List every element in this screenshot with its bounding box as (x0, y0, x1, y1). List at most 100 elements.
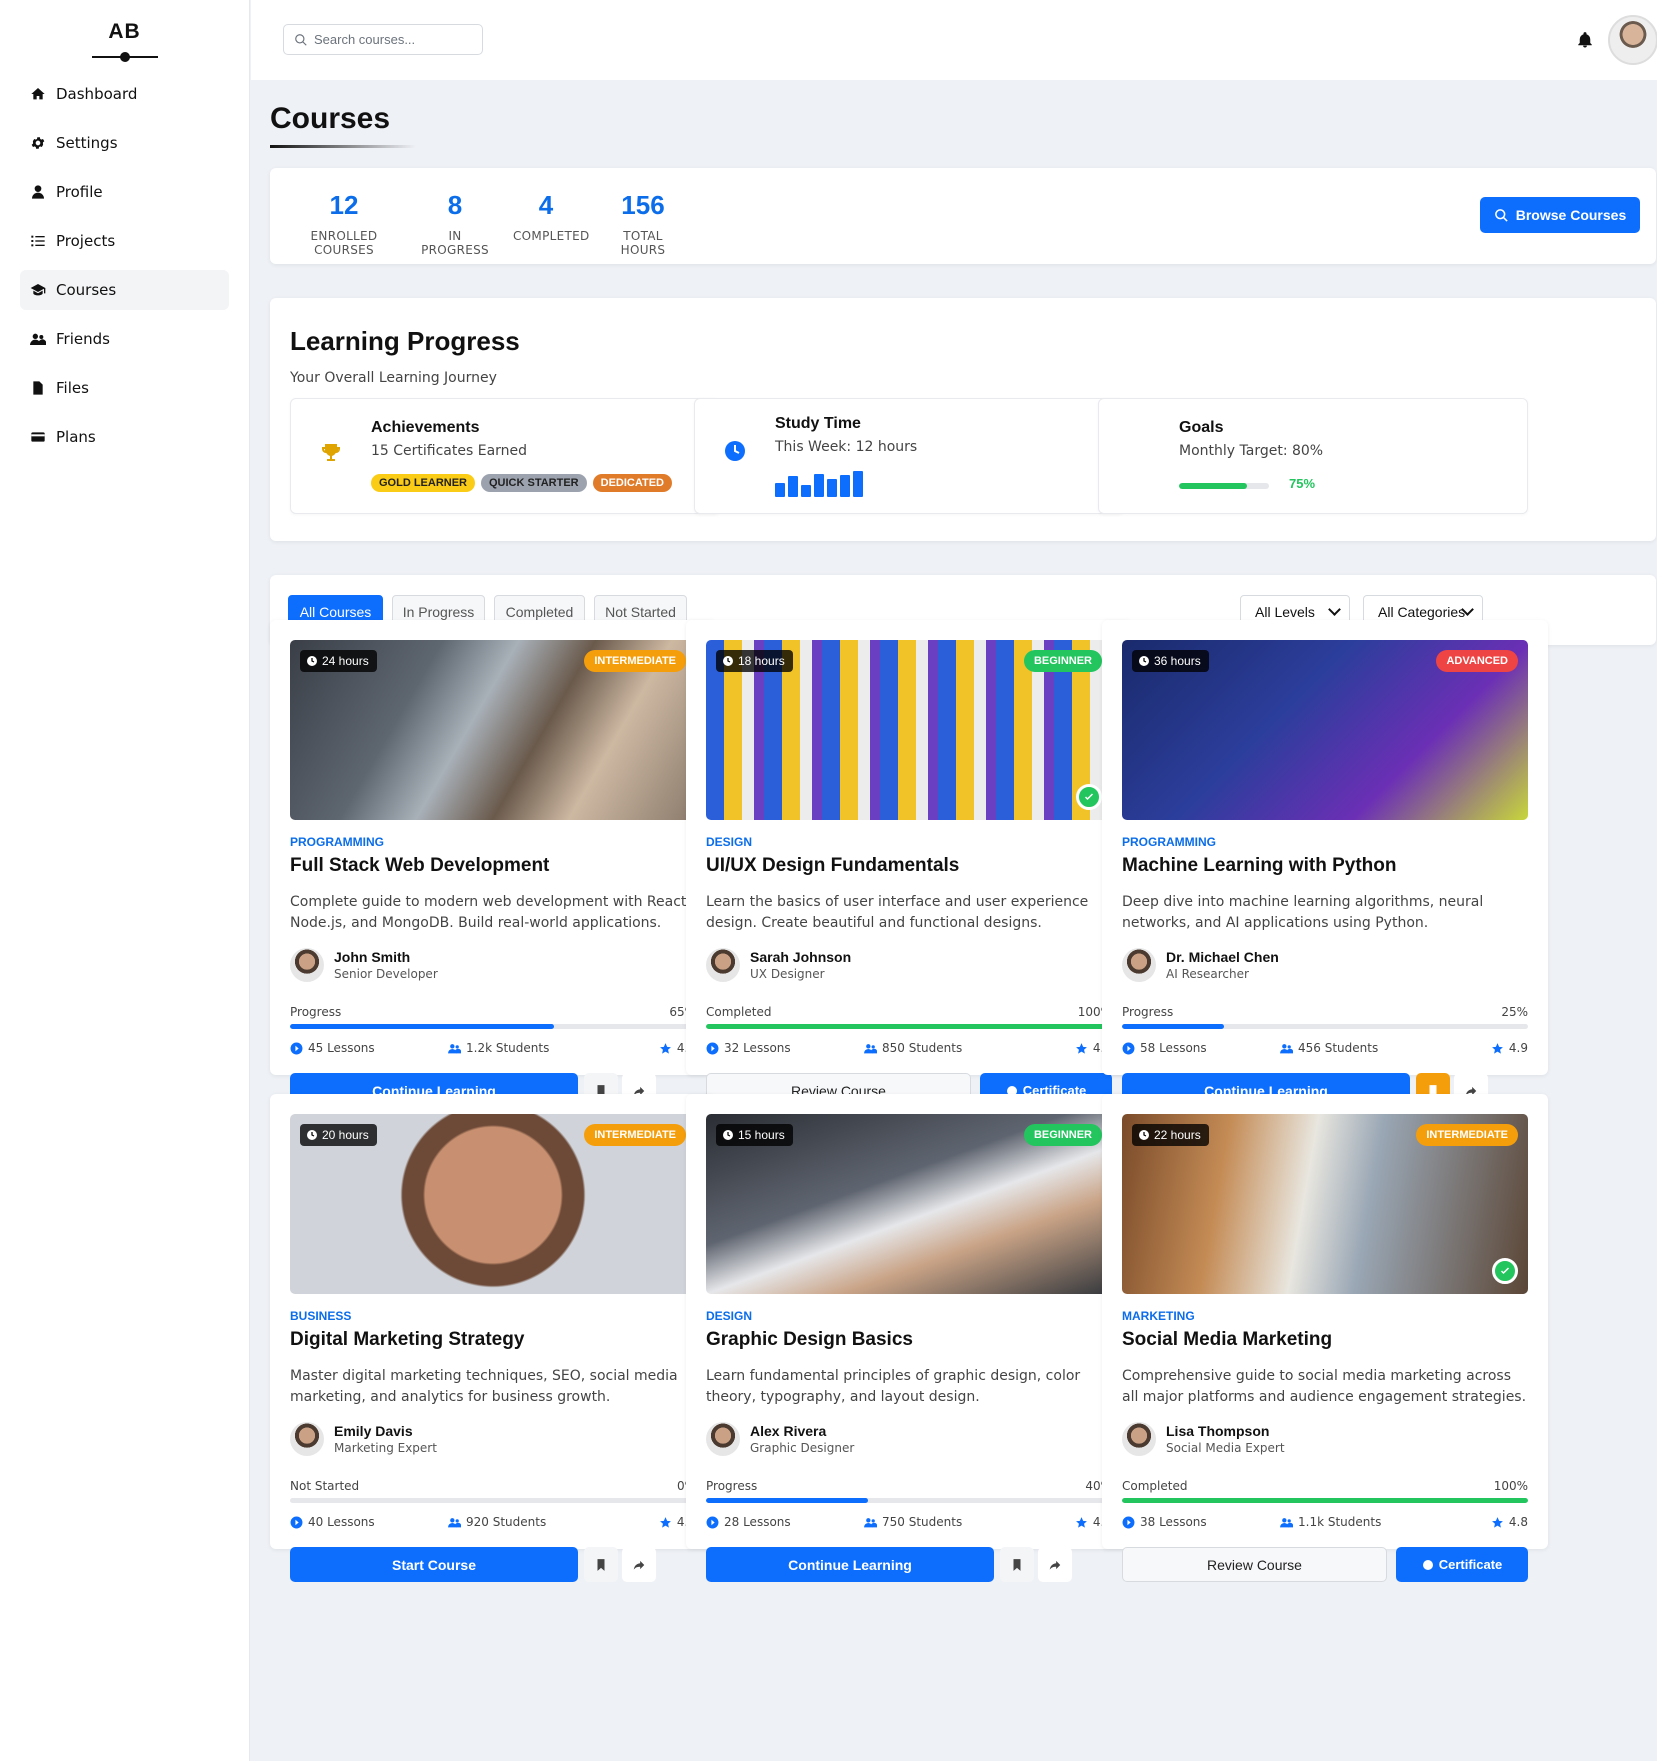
lessons-count: 38 Lessons (1122, 1515, 1207, 1529)
learning-progress-card: Learning Progress Your Overall Learning … (270, 298, 1656, 541)
course-card[interactable]: 24 hours INTERMEDIATE PROGRAMMING Full S… (270, 620, 716, 1108)
certificate-button[interactable]: Certificate (1396, 1547, 1528, 1582)
bookmark-icon (597, 1558, 605, 1571)
sidebar-item-label: Dashboard (56, 85, 138, 103)
sidebar-item-projects[interactable]: Projects (20, 221, 229, 261)
course-duration: 20 hours (300, 1124, 377, 1146)
course-title[interactable]: Graphic Design Basics (706, 1329, 913, 1351)
course-card[interactable]: 18 hours BEGINNER DESIGN UI/UX Design Fu… (686, 620, 1132, 1108)
search-input[interactable]: Search courses... (283, 24, 483, 55)
course-card[interactable]: 15 hours BEGINNER DESIGN Graphic Design … (686, 1094, 1132, 1582)
course-title[interactable]: Machine Learning with Python (1122, 855, 1396, 877)
achievements-box: Achievements 15 Certificates Earned GOLD… (290, 398, 720, 514)
star-icon (659, 1516, 671, 1528)
topbar: Search courses... (251, 0, 1657, 80)
goal-progress-label: 75% (1289, 476, 1316, 491)
instructor-avatar (1122, 948, 1156, 982)
course-thumbnail[interactable]: 22 hours INTERMEDIATE (1122, 1114, 1528, 1294)
instructor-avatar (290, 948, 324, 982)
sidebar-item-profile[interactable]: Profile (20, 172, 229, 212)
play-circle-icon (290, 1516, 303, 1528)
progress-label: Not Started (290, 1479, 360, 1493)
users-icon (864, 1517, 877, 1527)
course-instructor: Dr. Michael Chen AI Researcher (1122, 948, 1279, 982)
course-description: Learn fundamental principles of graphic … (706, 1368, 1081, 1405)
course-duration-label: 18 hours (738, 654, 785, 668)
browse-courses-button[interactable]: Browse Courses (1480, 197, 1640, 233)
sidebar-item-dashboard[interactable]: Dashboard (20, 74, 229, 114)
course-title[interactable]: Full Stack Web Development (290, 855, 549, 877)
course-level-label: BEGINNER (1033, 1129, 1092, 1141)
progress-percent: 100% (1493, 1479, 1528, 1493)
instructor-role: Senior Developer (334, 967, 438, 981)
completed-check-icon (1076, 784, 1102, 810)
bookmark-icon (1013, 1558, 1021, 1571)
play-circle-icon (1122, 1042, 1135, 1054)
star-icon (1491, 1516, 1503, 1528)
course-action-button[interactable]: Continue Learning (706, 1547, 994, 1582)
study-time-subtitle: This Week: 12 hours (775, 439, 918, 455)
sidebar-item-files[interactable]: Files (20, 368, 229, 408)
course-card[interactable]: 22 hours INTERMEDIATE MARKETING Social M… (1102, 1094, 1548, 1582)
course-card[interactable]: 36 hours ADVANCED PROGRAMMING Machine Le… (1102, 620, 1548, 1108)
course-category: MARKETING (1122, 1309, 1195, 1323)
course-action-button[interactable]: Start Course (290, 1547, 578, 1582)
progress-percent: 25% (1501, 1005, 1528, 1019)
badge-dedicated: DEDICATED (592, 474, 672, 492)
course-description: Master digital marketing techniques, SEO… (290, 1368, 678, 1405)
stat-value: 156 (621, 190, 665, 220)
rating-label: 4.9 (1508, 1041, 1528, 1055)
lessons-count: 58 Lessons (1122, 1041, 1207, 1055)
sidebar-item-friends[interactable]: Friends (20, 319, 229, 359)
play-circle-icon (706, 1042, 719, 1054)
review-course-button[interactable]: Review Course (1122, 1547, 1387, 1582)
user-avatar[interactable] (1608, 15, 1657, 65)
share-icon (633, 1560, 645, 1570)
bookmark-button[interactable] (584, 1547, 618, 1582)
study-bar (801, 485, 811, 497)
course-card[interactable]: 20 hours INTERMEDIATE BUSINESS Digital M… (270, 1094, 716, 1582)
stat-label: COMPLETED (513, 229, 590, 243)
students-count: 750 Students (864, 1515, 962, 1529)
stat-value: 8 (447, 190, 463, 220)
star-icon (1491, 1042, 1503, 1054)
course-thumbnail[interactable]: 20 hours INTERMEDIATE (290, 1114, 696, 1294)
study-time-bars (775, 471, 863, 497)
course-thumbnail[interactable]: 36 hours ADVANCED (1122, 640, 1528, 820)
course-duration-label: 24 hours (322, 654, 369, 668)
sidebar-item-label: Plans (56, 428, 96, 446)
sidebar-item-label: Settings (56, 134, 118, 152)
lessons-count: 45 Lessons (290, 1041, 375, 1055)
progress-bar (290, 1498, 696, 1503)
completed-check-icon (1492, 1258, 1518, 1284)
logo[interactable]: AB (0, 0, 249, 64)
study-bar (775, 483, 785, 497)
course-thumbnail[interactable]: 18 hours BEGINNER (706, 640, 1112, 820)
course-title[interactable]: Social Media Marketing (1122, 1329, 1332, 1351)
course-thumbnail[interactable]: 24 hours INTERMEDIATE (290, 640, 696, 820)
course-category: DESIGN (706, 835, 753, 849)
clock-icon (723, 1130, 733, 1140)
sidebar-item-settings[interactable]: Settings (20, 123, 229, 163)
share-button[interactable] (1038, 1547, 1072, 1582)
chevron-down-icon (1328, 603, 1341, 616)
instructor-avatar (706, 948, 740, 982)
sidebar-item-plans[interactable]: Plans (20, 417, 229, 457)
notification-bell-icon[interactable] (1576, 30, 1594, 50)
bookmark-button[interactable] (1000, 1547, 1034, 1582)
course-level-label: INTERMEDIATE (1426, 1129, 1508, 1141)
progress-bar (706, 1024, 1112, 1029)
achievement-badges: GOLD LEARNER QUICK STARTER DEDICATED (371, 474, 672, 492)
course-duration: 15 hours (716, 1124, 793, 1146)
course-duration-label: 20 hours (322, 1128, 369, 1142)
title-underline (270, 145, 416, 148)
share-button[interactable] (622, 1547, 656, 1582)
sidebar-item-courses[interactable]: Courses (20, 270, 229, 310)
course-title[interactable]: UI/UX Design Fundamentals (706, 855, 959, 877)
course-thumbnail[interactable]: 15 hours BEGINNER (706, 1114, 1112, 1294)
goals-subtitle: Monthly Target: 80% (1179, 443, 1324, 459)
course-title[interactable]: Digital Marketing Strategy (290, 1329, 524, 1351)
users-icon (30, 330, 56, 348)
study-time-box: Study Time This Week: 12 hours (694, 398, 1124, 514)
clock-icon (307, 656, 317, 666)
